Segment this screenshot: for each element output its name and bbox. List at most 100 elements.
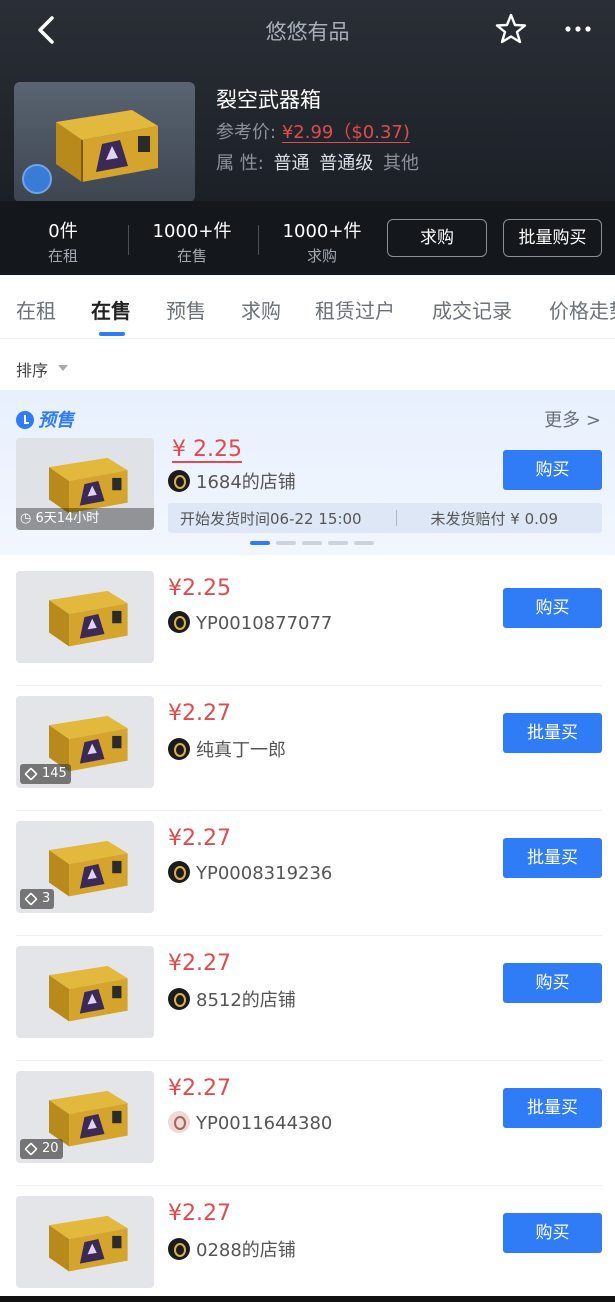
listing-item-image[interactable]: 145 <box>16 696 154 788</box>
presale-title: 预售 <box>16 406 74 432</box>
listing-row[interactable]: 20 ¥2.27 YP0011644380 批量买 <box>0 1061 615 1186</box>
carousel-dot <box>276 541 296 545</box>
weapon-case-image <box>49 457 128 514</box>
item-name: 裂空武器箱 <box>216 88 321 112</box>
carousel-dot <box>328 541 348 545</box>
ref-price-value: ¥2.99（$0.37) <box>281 122 410 143</box>
stack-count-badge: 20 <box>20 1139 63 1159</box>
stack-count: 3 <box>42 891 51 906</box>
weapon-case-image <box>49 965 128 1022</box>
more-options-icon[interactable] <box>560 12 596 46</box>
stat-sale[interactable]: 1000+件 在售 <box>148 217 236 266</box>
listing-row[interactable]: ¥2.25 YP0010877077 购买 <box>0 561 615 686</box>
seller-avatar <box>168 611 190 633</box>
presale-buy-button[interactable]: 购买 <box>503 450 602 490</box>
nav-bar: 悠悠有品 <box>0 0 615 60</box>
listing-price: ¥2.27 <box>168 701 231 726</box>
stat-sale-label: 在售 <box>176 247 207 265</box>
attr-grade: 普通级 <box>319 153 374 174</box>
listing-item-image[interactable]: 3 <box>16 821 154 913</box>
presale-section: 预售 更多 > ◷ 6天14小时 ¥ 2.25 1684的店铺 购买 开始发货时… <box>0 390 615 555</box>
stat-rent-label: 在租 <box>47 247 78 265</box>
listing-row[interactable]: ¥2.27 0288的店铺 购买 <box>0 1186 615 1302</box>
listing-seller[interactable]: YP0010877077 <box>168 611 332 634</box>
stat-divider <box>258 225 259 255</box>
tab-rent[interactable]: 在租 <box>16 295 56 324</box>
presale-timer: ◷ 6天14小时 <box>16 508 154 530</box>
attr-quality: 普通 <box>273 153 310 174</box>
listing-buy-button[interactable]: 批量买 <box>503 838 602 878</box>
stat-want-count: 1000+件 <box>282 221 362 242</box>
item-image <box>14 82 195 202</box>
listing-price: ¥2.25 <box>168 576 231 601</box>
want-to-buy-button[interactable]: 求购 <box>387 219 487 257</box>
tab-trade-history[interactable]: 成交记录 <box>432 295 512 324</box>
listing-buy-button[interactable]: 购买 <box>503 963 602 1003</box>
listing-price: ¥2.27 <box>168 951 231 976</box>
bulk-buy-button[interactable]: 批量购买 <box>503 219 602 257</box>
attr-label: 属 性: <box>216 153 264 174</box>
system-bar <box>0 1296 615 1302</box>
compensation: 未发货赔付 ¥ 0.09 <box>430 510 558 528</box>
listing-row[interactable]: 145 ¥2.27 纯真丁一郎 批量买 <box>0 686 615 811</box>
sort-button[interactable]: 排序 <box>16 357 48 381</box>
carousel-indicator <box>250 541 376 545</box>
tab-sale[interactable]: 在售 <box>91 295 131 324</box>
listing-price: ¥2.27 <box>168 1201 231 1226</box>
weapon-case-image <box>49 1215 128 1272</box>
seller-avatar <box>168 988 190 1010</box>
weapon-case-image <box>56 110 158 182</box>
favorite-star-icon[interactable] <box>494 12 528 46</box>
stat-want-label: 求购 <box>306 247 337 265</box>
listing-seller[interactable]: 纯真丁一郎 <box>168 736 286 762</box>
seller-avatar <box>168 1238 190 1260</box>
listing-seller[interactable]: 8512的店铺 <box>168 986 296 1012</box>
listing-buy-button[interactable]: 购买 <box>503 588 602 628</box>
listing-seller[interactable]: YP0008319236 <box>168 861 332 884</box>
ship-time: 开始发货时间06-22 15:00 <box>180 510 362 528</box>
seller-name: 8512的店铺 <box>196 990 296 1011</box>
listing-buy-button[interactable]: 批量买 <box>503 713 602 753</box>
stack-count-badge: 3 <box>20 889 55 909</box>
stack-count: 20 <box>42 1141 59 1156</box>
carousel-dot <box>250 541 270 545</box>
tab-want[interactable]: 求购 <box>241 295 281 324</box>
seller-avatar <box>168 1111 190 1133</box>
item-header: 悠悠有品 裂空武器箱 参考价: ¥2.99（$0.37) 属 性: 普通 普通级… <box>0 0 615 275</box>
clock-icon <box>16 411 34 429</box>
ref-price-label: 参考价: <box>216 122 277 143</box>
listing-item-image[interactable] <box>16 1196 154 1288</box>
listing-item-image[interactable] <box>16 571 154 663</box>
listing-item-image[interactable] <box>16 946 154 1038</box>
seller-avatar <box>168 470 190 492</box>
stack-icon <box>24 1142 38 1156</box>
stack-count: 145 <box>42 766 67 781</box>
tab-price-trend[interactable]: 价格走势 <box>549 295 615 324</box>
presale-seller[interactable]: 1684的店铺 <box>168 468 296 494</box>
listing-price: ¥2.27 <box>168 1076 231 1101</box>
presale-info-bar: 开始发货时间06-22 15:00 未发货赔付 ¥ 0.09 <box>168 503 602 533</box>
listing-item-image[interactable]: 20 <box>16 1071 154 1163</box>
listing-buy-button[interactable]: 批量买 <box>503 1088 602 1128</box>
stack-icon <box>24 892 38 906</box>
presale-title-text: 预售 <box>38 410 74 431</box>
stat-divider <box>128 225 129 255</box>
listing-buy-button[interactable]: 购买 <box>503 1213 602 1253</box>
listing-row[interactable]: 3 ¥2.27 YP0008319236 批量买 <box>0 811 615 936</box>
listing-seller[interactable]: 0288的店铺 <box>168 1236 296 1262</box>
seller-avatar <box>168 738 190 760</box>
tab-presale[interactable]: 预售 <box>166 295 206 324</box>
presale-more-link[interactable]: 更多 > <box>544 406 601 432</box>
carousel-dot <box>354 541 374 545</box>
stat-rent[interactable]: 0件 在租 <box>38 217 88 266</box>
attr-type: 其他 <box>383 153 419 174</box>
listing-seller[interactable]: YP0011644380 <box>168 1111 332 1134</box>
stack-icon <box>24 767 38 781</box>
seller-name: 0288的店铺 <box>196 1240 296 1261</box>
active-tab-indicator <box>99 332 125 336</box>
tab-rent-transfer[interactable]: 租赁过户 <box>315 295 395 324</box>
sort-caret-icon <box>58 365 68 371</box>
presale-item-image[interactable]: ◷ 6天14小时 <box>16 438 154 530</box>
stat-want[interactable]: 1000+件 求购 <box>278 217 366 266</box>
listing-row[interactable]: ¥2.27 8512的店铺 购买 <box>0 936 615 1061</box>
